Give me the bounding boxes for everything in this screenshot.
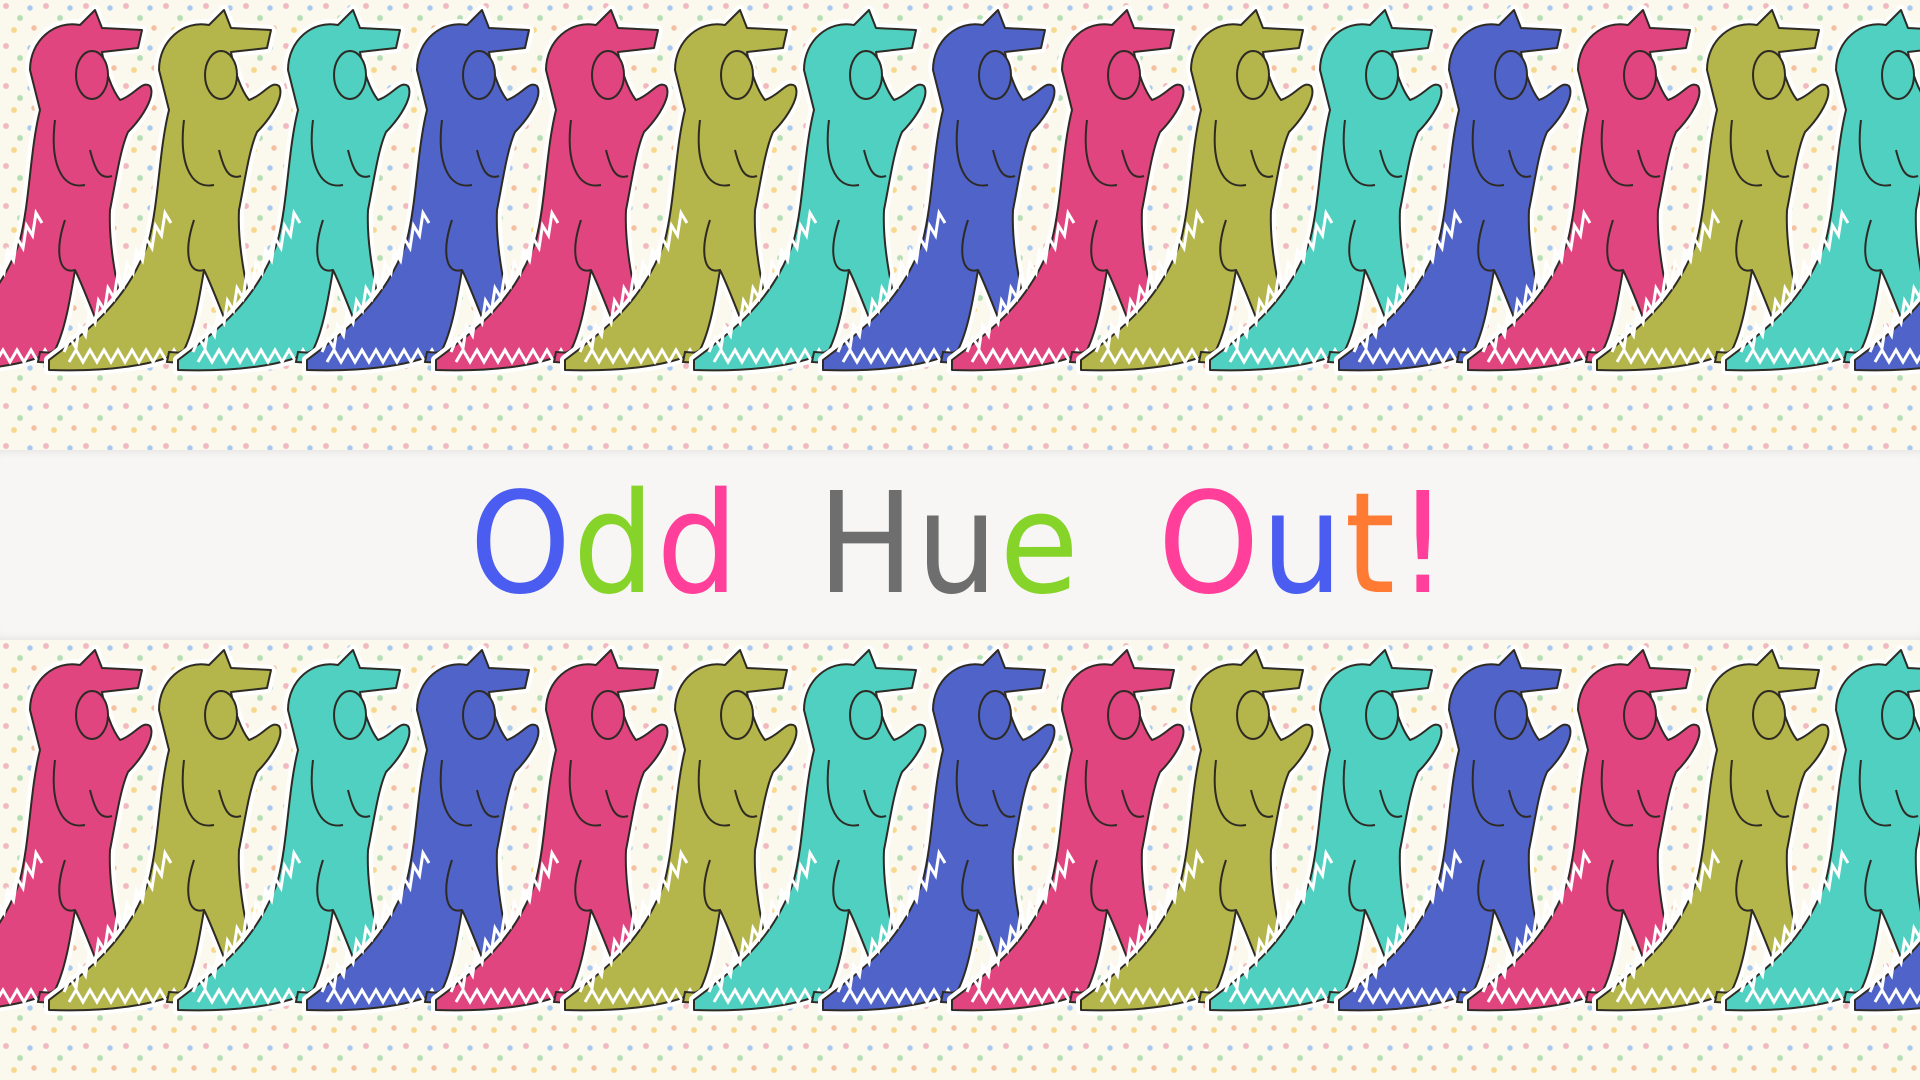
dino-face-opening [1236, 690, 1270, 740]
dino-face-opening [1752, 690, 1786, 740]
dino-face-opening [849, 50, 883, 100]
dino-face-opening [849, 690, 883, 740]
dino-face-opening [333, 690, 367, 740]
title-letter: d [572, 463, 657, 626]
dino-face-opening [1881, 50, 1915, 100]
dino-face-opening [1365, 690, 1399, 740]
title-word-1: O d d [470, 475, 740, 615]
dino-face-opening [1623, 690, 1657, 740]
dino-face-opening [333, 50, 367, 100]
title-letter: d [656, 463, 741, 626]
dino-face-opening [591, 690, 625, 740]
title-letter: H [817, 463, 917, 626]
title-letter: u [916, 463, 1000, 626]
dino-parade-top [0, 5, 1920, 376]
dino-face-opening [591, 50, 625, 100]
dino-face-opening [204, 690, 238, 740]
dino-face-opening [75, 690, 109, 740]
dino-face-opening [204, 50, 238, 100]
dino-face-opening [1494, 690, 1528, 740]
dino-pattern-band-top [0, 0, 1920, 450]
dino-face-opening [1752, 50, 1786, 100]
title-letter: e [999, 463, 1081, 626]
title-word-2: H u e [817, 475, 1080, 615]
dino-face-opening [1623, 50, 1657, 100]
dino-face-opening [978, 50, 1012, 100]
title-letter: O [469, 463, 573, 626]
dino-parade-bottom [0, 645, 1920, 1016]
dino-face-opening [1107, 690, 1141, 740]
dino-pattern-band-bottom [0, 640, 1920, 1080]
dino-face-opening [1881, 690, 1915, 740]
dino-face-opening [720, 50, 754, 100]
dino-face-opening [1107, 50, 1141, 100]
title-word-3: O u t ! [1158, 475, 1451, 615]
title-letter: ! [1396, 463, 1451, 626]
dino-face-opening [1236, 50, 1270, 100]
title-letter: u [1261, 463, 1345, 626]
game-title-screen: O d d H u e O u t ! [0, 0, 1920, 1080]
title-letter: O [1157, 463, 1262, 626]
dino-face-opening [978, 690, 1012, 740]
dino-face-opening [720, 690, 754, 740]
dino-face-opening [462, 690, 496, 740]
game-title: O d d H u e O u t ! [431, 475, 1489, 615]
dino-face-opening [1365, 50, 1399, 100]
dino-face-opening [1494, 50, 1528, 100]
title-banner: O d d H u e O u t ! [0, 450, 1920, 640]
dino-face-opening [462, 50, 496, 100]
dino-face-opening [75, 50, 109, 100]
title-letter: t [1344, 463, 1397, 626]
